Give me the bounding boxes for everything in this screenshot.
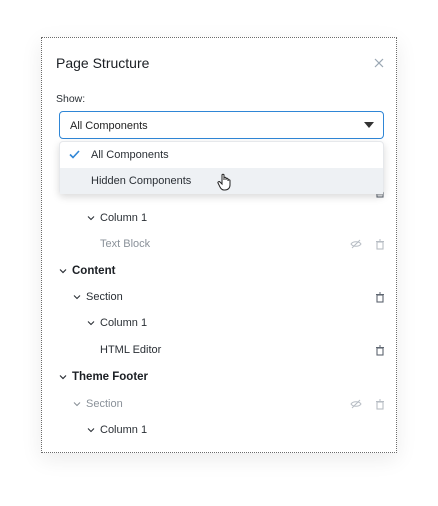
option-label: All Components [91, 149, 169, 161]
tree-item-label: Column 1 [100, 317, 148, 329]
tree-item-label: Section [86, 398, 123, 410]
chevron-down-icon[interactable] [59, 373, 67, 381]
check-icon [69, 150, 80, 159]
tree-row-content[interactable]: Content [42, 259, 396, 285]
eye-slash-icon[interactable] [350, 398, 362, 410]
option-hidden-components[interactable]: Hidden Components [60, 168, 383, 194]
tree-row-column[interactable]: Column 1 [42, 206, 396, 232]
tree-row-column[interactable]: Column 1 [42, 311, 396, 337]
page-structure-panel: Page Structure Show: All Components Colu… [41, 37, 397, 453]
structure-tree: Column 1 Text Block Content Section Colu… [42, 38, 396, 452]
trash-icon[interactable] [374, 344, 386, 356]
tree-item-label: Section [86, 291, 123, 303]
tree-item-label: Content [72, 265, 116, 277]
tree-item-label: Theme Footer [72, 371, 149, 383]
chevron-down-icon[interactable] [59, 267, 67, 275]
tree-row-text-block[interactable]: Text Block [42, 232, 396, 258]
chevron-down-icon[interactable] [87, 426, 95, 434]
trash-icon[interactable] [374, 398, 386, 410]
tree-row-html-editor[interactable]: HTML Editor [42, 338, 396, 364]
trash-icon[interactable] [374, 291, 386, 303]
tree-row-theme-footer[interactable]: Theme Footer [42, 365, 396, 391]
show-dropdown-menu: All Components Hidden Components [59, 141, 384, 194]
hand-cursor-icon [217, 173, 231, 191]
tree-row-column[interactable]: Column 1 [42, 418, 396, 444]
trash-icon[interactable] [374, 238, 386, 250]
tree-item-label: HTML Editor [100, 344, 162, 356]
chevron-down-icon[interactable] [73, 293, 81, 301]
option-all-components[interactable]: All Components [60, 142, 383, 168]
chevron-down-icon[interactable] [87, 319, 95, 327]
tree-row-section[interactable]: Section [42, 285, 396, 311]
tree-item-label: Column 1 [100, 424, 148, 436]
option-label: Hidden Components [91, 175, 192, 187]
chevron-down-icon[interactable] [73, 400, 81, 408]
tree-row-section[interactable]: Section [42, 392, 396, 418]
eye-slash-icon[interactable] [350, 238, 362, 250]
tree-item-label: Column 1 [100, 212, 148, 224]
tree-item-label: Text Block [100, 238, 151, 250]
chevron-down-icon[interactable] [87, 214, 95, 222]
